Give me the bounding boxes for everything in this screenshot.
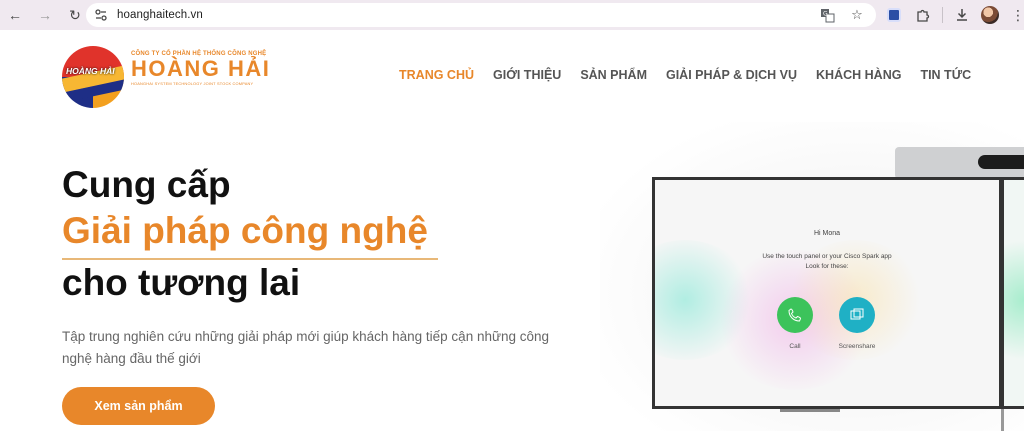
- back-icon[interactable]: ←: [4, 4, 26, 26]
- browser-toolbar: ← → ↻ hoanghaitech.vn G ☆ ⋮: [0, 0, 1024, 30]
- view-products-button[interactable]: Xem sản phẩm: [62, 387, 215, 425]
- logo-company-name: HOÀNG HẢI: [131, 56, 271, 81]
- nav-item-khach-hang[interactable]: KHÁCH HÀNG: [816, 68, 901, 82]
- hero-underline: [62, 258, 438, 260]
- translate-icon[interactable]: G: [818, 6, 836, 24]
- hero-heading-line3: cho tương lai: [62, 262, 301, 303]
- hero-description: Tập trung nghiên cứu những giải pháp mới…: [62, 329, 550, 366]
- screen-greeting: Hi Mona: [813, 230, 841, 237]
- phone-icon: [777, 297, 813, 333]
- logo-badge: HOÀNG HẢI: [66, 66, 115, 76]
- extension-icon[interactable]: [884, 5, 904, 25]
- screen-share-label: Screenshare: [838, 343, 876, 350]
- svg-text:G: G: [823, 10, 828, 17]
- reload-icon[interactable]: ↻: [64, 4, 86, 26]
- url-text[interactable]: hoanghaitech.vn: [117, 9, 203, 21]
- screen-instructions: Use the touch panel or your Cisco Spark …: [655, 252, 999, 272]
- main-nav: TRANG CHỦ GIỚI THIỆU SẢN PHẨM GIẢI PHÁP …: [399, 68, 971, 82]
- hero-section: Hi Mona Use the touch panel or your Cisc…: [0, 122, 1024, 431]
- logo-text[interactable]: CÔNG TY CỔ PHẦN HỆ THỐNG CÔNG NGHỆ HOÀNG…: [131, 51, 281, 86]
- site-info-icon[interactable]: [92, 6, 110, 24]
- toolbar-divider: [942, 7, 943, 23]
- nav-item-san-pham[interactable]: SẢN PHẨM: [580, 68, 647, 82]
- extensions-puzzle-icon[interactable]: [913, 5, 933, 25]
- forward-icon[interactable]: →: [34, 4, 56, 26]
- profile-avatar[interactable]: [981, 6, 999, 24]
- logo-emblem[interactable]: HOÀNG HẢI: [62, 46, 124, 108]
- screen-instruction-line1: Use the touch panel or your Cisco Spark …: [762, 253, 892, 260]
- nav-item-gioi-thieu[interactable]: GIỚI THIỆU: [493, 68, 561, 82]
- screen-call-label: Call: [789, 343, 801, 350]
- second-screen: [1001, 177, 1024, 409]
- camera-lens: [978, 155, 1024, 169]
- site-header: HOÀNG HẢI CÔNG TY CỔ PHẦN HỆ THỐNG CÔNG …: [0, 30, 1024, 122]
- screenshare-icon: [839, 297, 875, 333]
- download-icon[interactable]: [952, 5, 972, 25]
- nav-item-tin-tuc[interactable]: TIN TỨC: [920, 68, 971, 82]
- screen-stand: [780, 409, 840, 412]
- nav-item-giai-phap-dich-vu[interactable]: GIẢI PHÁP & DỊCH VỤ: [666, 68, 797, 82]
- menu-dots-icon[interactable]: ⋮: [1008, 5, 1024, 25]
- nav-item-trang-chu[interactable]: TRANG CHỦ: [399, 68, 474, 82]
- screen-instruction-line2: Look for these:: [805, 263, 849, 270]
- device-screen: Hi Mona Use the touch panel or your Cisc…: [652, 177, 1002, 409]
- hero-heading-line2: Giải pháp công nghệ: [62, 210, 428, 251]
- logo-company-english: HOANGHAI SYSTEM TECHNOLOGY JOINT STOCK C…: [131, 81, 254, 86]
- address-bar[interactable]: hoanghaitech.vn G ☆: [86, 3, 876, 27]
- screen-stand-2: [1001, 409, 1004, 431]
- bookmark-star-icon[interactable]: ☆: [848, 6, 866, 24]
- hero-heading-line1: Cung cấp: [62, 164, 231, 205]
